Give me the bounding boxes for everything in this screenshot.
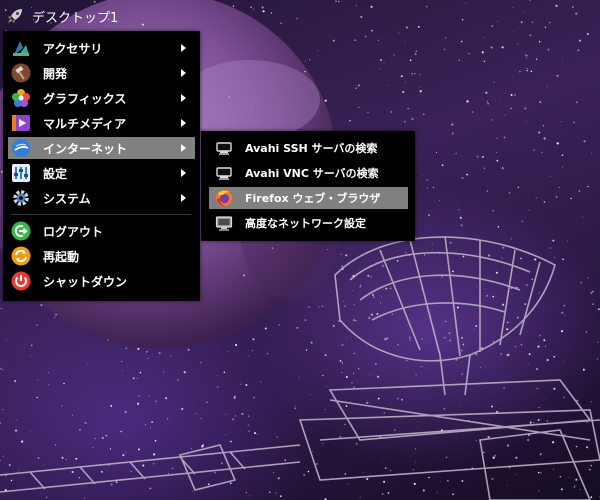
menu-separator (11, 214, 191, 215)
graphics-icon (12, 89, 30, 107)
development-icon (11, 63, 31, 83)
reboot-icon (11, 246, 31, 266)
internet-submenu: Avahi SSH サーバの検索 Avahi VNC サーバの検索 Firefo… (201, 131, 415, 241)
firefox-icon (216, 190, 232, 206)
submenu-item-label: Avahi SSH サーバの検索 (245, 142, 378, 155)
multimedia-icon (12, 115, 30, 131)
chevron-right-icon (181, 94, 186, 102)
chevron-right-icon (181, 144, 186, 152)
network-icon (216, 167, 232, 180)
chevron-right-icon (181, 169, 186, 177)
network-icon (216, 142, 232, 155)
chevron-right-icon (181, 44, 186, 52)
menu-item-label: インターネット (43, 141, 128, 156)
system-icon (13, 190, 29, 206)
main-menu: アクセサリ 開発 グラフィックス マルチメディア インターネット 設定 システム… (3, 31, 200, 301)
logout-icon (11, 221, 31, 241)
chevron-right-icon (181, 119, 186, 127)
settings-icon (12, 164, 30, 182)
menu-item-label: マルチメディア (43, 116, 127, 131)
menu-item-logout[interactable]: ログアウト (8, 220, 195, 242)
menu-item-label: 設定 (43, 166, 68, 181)
menu-item-multimedia[interactable]: マルチメディア (8, 112, 195, 134)
menu-item-shutdown[interactable]: シャットダウン (8, 270, 195, 292)
menu-item-settings[interactable]: 設定 (8, 162, 195, 184)
menu-item-accessories[interactable]: アクセサリ (8, 37, 195, 59)
menu-item-label: シャットダウン (43, 274, 128, 289)
shutdown-icon (11, 271, 31, 291)
menu-item-development[interactable]: 開発 (8, 62, 195, 84)
network-settings-icon (215, 216, 233, 231)
submenu-item-avahi-ssh[interactable]: Avahi SSH サーバの検索 (209, 137, 408, 159)
rocket-icon[interactable] (5, 6, 25, 26)
menu-item-label: 開発 (43, 66, 68, 81)
submenu-item-network-settings[interactable]: 高度なネットワーク設定 (209, 212, 408, 234)
menu-item-label: 再起動 (43, 249, 80, 264)
menu-item-label: グラフィックス (43, 91, 127, 106)
submenu-item-label: 高度なネットワーク設定 (245, 217, 366, 230)
menu-item-label: システム (43, 191, 91, 206)
desktop-title[interactable]: デスクトップ1 (32, 7, 118, 26)
submenu-item-avahi-vnc[interactable]: Avahi VNC サーバの検索 (209, 162, 408, 184)
menu-item-label: アクセサリ (43, 41, 103, 56)
chevron-right-icon (181, 69, 186, 77)
internet-icon (12, 139, 30, 157)
submenu-item-firefox[interactable]: Firefox ウェブ・ブラウザ (209, 187, 408, 209)
submenu-item-label: Avahi VNC サーバの検索 (245, 167, 379, 180)
menu-item-system[interactable]: システム (8, 187, 195, 209)
menu-item-graphics[interactable]: グラフィックス (8, 87, 195, 109)
submenu-item-label: Firefox ウェブ・ブラウザ (245, 192, 381, 205)
chevron-right-icon (181, 194, 186, 202)
accessories-icon (13, 41, 29, 56)
top-bar: デスクトップ1 (0, 0, 600, 32)
menu-item-reboot[interactable]: 再起動 (8, 245, 195, 267)
menu-item-label: ログアウト (43, 224, 104, 239)
menu-item-internet[interactable]: インターネット (8, 137, 195, 159)
